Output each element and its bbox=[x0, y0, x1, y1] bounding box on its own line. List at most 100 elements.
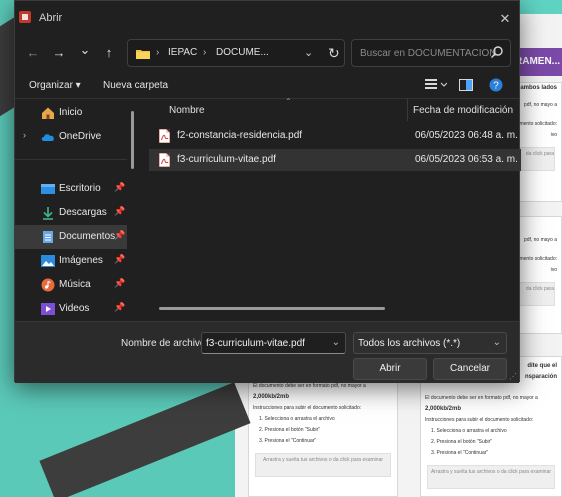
card-low-header-2: nsparación bbox=[524, 374, 557, 380]
organize-button[interactable]: Organizar ▾ bbox=[29, 80, 81, 91]
sidebar-item-escritorio[interactable]: Escritorio 📌 bbox=[15, 177, 127, 201]
download-icon bbox=[43, 207, 53, 220]
forward-button[interactable]: → bbox=[49, 43, 69, 63]
card-left-step2: 2. Presiona el botón "Subir" bbox=[259, 427, 321, 433]
breadcrumb-root[interactable]: IEPAC bbox=[168, 47, 197, 58]
sidebar-item-documentos[interactable]: Documentos 📌 bbox=[15, 225, 127, 249]
cloud-icon bbox=[41, 134, 54, 141]
sidebar-item-label: Videos bbox=[59, 303, 90, 314]
chevron-down-icon[interactable]: ⌄ bbox=[332, 337, 340, 348]
card-low-format: El documento debe ser en formato pdf, no… bbox=[425, 395, 538, 401]
documents-icon bbox=[43, 231, 53, 243]
file-row-selected[interactable]: f3-curriculum-vitae.pdf 06/05/2023 06:53… bbox=[149, 149, 521, 171]
new-folder-button[interactable]: Nueva carpeta bbox=[103, 80, 168, 91]
card-left-drop[interactable]: Arrastra y suelta tus archivos o da clic… bbox=[255, 453, 391, 477]
breadcrumb-separator: › bbox=[156, 47, 160, 58]
search-placeholder: Buscar en DOCUMENTACION bbox=[360, 48, 497, 59]
navigation-bar: ← → ⌄ ↑ › IEPAC › DOCUME... ⌄ ↻ Buscar e… bbox=[15, 33, 519, 73]
sidebar-item-label: Música bbox=[59, 279, 91, 290]
dialog-titlebar[interactable]: Abrir ✕ bbox=[15, 1, 519, 33]
close-button[interactable]: ✕ bbox=[491, 1, 519, 33]
sidebar-item-musica[interactable]: Música 📌 bbox=[15, 273, 127, 297]
card-left-step3: 3. Presiona el "Continuar" bbox=[259, 438, 317, 444]
dialog-title: Abrir bbox=[39, 12, 63, 24]
videos-icon bbox=[41, 303, 55, 315]
pdf-file-icon bbox=[159, 129, 170, 143]
help-icon[interactable]: ? bbox=[489, 78, 503, 92]
filename-value: f3-curriculum-vitae.pdf bbox=[206, 338, 305, 349]
refresh-icon[interactable]: ↻ bbox=[328, 45, 340, 62]
resize-grip-icon[interactable]: ⋰ bbox=[509, 372, 517, 381]
desktop-icon bbox=[41, 184, 55, 194]
file-name: f2-constancia-residencia.pdf bbox=[177, 130, 303, 141]
sidebar-item-label: Inicio bbox=[59, 107, 83, 118]
search-input[interactable]: Buscar en DOCUMENTACION bbox=[351, 39, 511, 67]
column-divider[interactable] bbox=[407, 99, 408, 121]
decorative-stripe-bottom bbox=[39, 382, 251, 497]
images-icon bbox=[41, 255, 55, 267]
pin-icon: 📌 bbox=[114, 302, 126, 312]
sidebar-item-inicio[interactable]: Inicio bbox=[15, 101, 127, 125]
expand-chevron-icon[interactable]: › bbox=[23, 130, 26, 140]
breadcrumb-current[interactable]: DOCUME... bbox=[216, 47, 269, 58]
column-header-name[interactable]: Nombre bbox=[169, 105, 205, 116]
cancel-button[interactable]: Cancelar bbox=[433, 358, 507, 380]
music-icon bbox=[41, 278, 55, 292]
sidebar-item-label: Escritorio bbox=[59, 183, 101, 194]
pin-icon: 📌 bbox=[114, 278, 126, 288]
up-button[interactable]: ↑ bbox=[99, 43, 119, 63]
sidebar-item-descargas[interactable]: Descargas 📌 bbox=[15, 201, 127, 225]
sidebar-item-imagenes[interactable]: Imágenes 📌 bbox=[15, 249, 127, 273]
card-low-header: dite que el bbox=[527, 363, 557, 369]
sidebar-scrollbar[interactable] bbox=[131, 111, 134, 169]
card-left-instructions: Instrucciones para subir el documento so… bbox=[253, 405, 362, 411]
address-bar[interactable]: › IEPAC › DOCUME... ⌄ ↻ bbox=[127, 39, 345, 67]
view-options-icon[interactable] bbox=[425, 78, 447, 92]
sidebar-item-label: OneDrive bbox=[59, 131, 102, 142]
folder-icon bbox=[136, 50, 150, 59]
sidebar-item-label: Documentos bbox=[59, 231, 116, 242]
card-low-step2: 2. Presiona el botón "Subir" bbox=[431, 439, 493, 445]
pin-icon: 📌 bbox=[114, 230, 126, 240]
background-card-left: El documento debe ser en formato pdf, no… bbox=[248, 376, 398, 497]
sidebar-item-onedrive[interactable]: › OneDrive bbox=[15, 125, 127, 149]
column-header-date[interactable]: Fecha de modificación bbox=[413, 105, 513, 116]
file-name: f3-curriculum-vitae.pdf bbox=[177, 154, 276, 165]
back-button[interactable]: ← bbox=[23, 43, 43, 63]
app-icon bbox=[19, 11, 31, 23]
dialog-footer: Nombre de archivo: f3-curriculum-vitae.p… bbox=[15, 321, 519, 383]
filetype-select[interactable]: Todos los archivos (*.*) ⌄ bbox=[353, 332, 507, 354]
search-icon[interactable] bbox=[490, 45, 504, 59]
file-row[interactable]: f2-constancia-residencia.pdf 06/05/2023 … bbox=[149, 125, 521, 147]
navigation-pane: Inicio › OneDrive Escritorio 📌 Descargas… bbox=[15, 99, 139, 319]
open-file-dialog: Abrir ✕ ← → ⌄ ↑ › IEPAC › DOCUME... ⌄ ↻ … bbox=[14, 0, 521, 383]
card-left-size: 2,000kb/2mb bbox=[253, 394, 290, 400]
file-list: ⌃ Nombre Fecha de modificación f2-consta… bbox=[139, 97, 521, 321]
breadcrumb-separator-2: › bbox=[203, 47, 207, 58]
card-low-instructions: Instrucciones para subir el documento so… bbox=[425, 417, 534, 423]
horizontal-scrollbar[interactable] bbox=[159, 307, 385, 310]
svg-text:?: ? bbox=[493, 81, 499, 92]
sidebar-divider bbox=[15, 159, 127, 160]
card-low-drop[interactable]: Arrastra y suelta tus archivos o da clic… bbox=[427, 465, 555, 489]
sidebar-item-label: Descargas bbox=[59, 207, 107, 218]
address-dropdown-icon[interactable]: ⌄ bbox=[304, 46, 313, 59]
filename-input[interactable]: f3-curriculum-vitae.pdf ⌄ bbox=[201, 332, 346, 354]
card-low-size: 2,000kb/2mb bbox=[425, 406, 462, 412]
card-low-step1: 1. Selecciona o arrastra el archivo bbox=[431, 428, 507, 434]
column-header-row: ⌃ Nombre Fecha de modificación bbox=[139, 97, 521, 121]
open-button[interactable]: Abrir bbox=[353, 358, 427, 380]
preview-pane-icon[interactable] bbox=[459, 78, 473, 92]
recent-locations-button[interactable]: ⌄ bbox=[75, 40, 95, 60]
pin-icon: 📌 bbox=[114, 254, 126, 264]
chevron-down-icon[interactable]: ⌄ bbox=[493, 337, 501, 348]
file-date: 06/05/2023 06:53 a. m. bbox=[415, 154, 518, 165]
filetype-value: Todos los archivos (*.*) bbox=[358, 338, 461, 349]
card-left-step1: 1. Selecciona o arrastra el archivo bbox=[259, 416, 335, 422]
sidebar-item-videos[interactable]: Videos 📌 bbox=[15, 297, 127, 319]
card-low-step3: 3. Presiona el "Continuar" bbox=[431, 450, 489, 456]
pin-icon: 📌 bbox=[114, 206, 126, 216]
home-icon bbox=[42, 107, 54, 119]
pin-icon: 📌 bbox=[114, 182, 126, 192]
filename-label: Nombre de archivo: bbox=[121, 338, 209, 349]
